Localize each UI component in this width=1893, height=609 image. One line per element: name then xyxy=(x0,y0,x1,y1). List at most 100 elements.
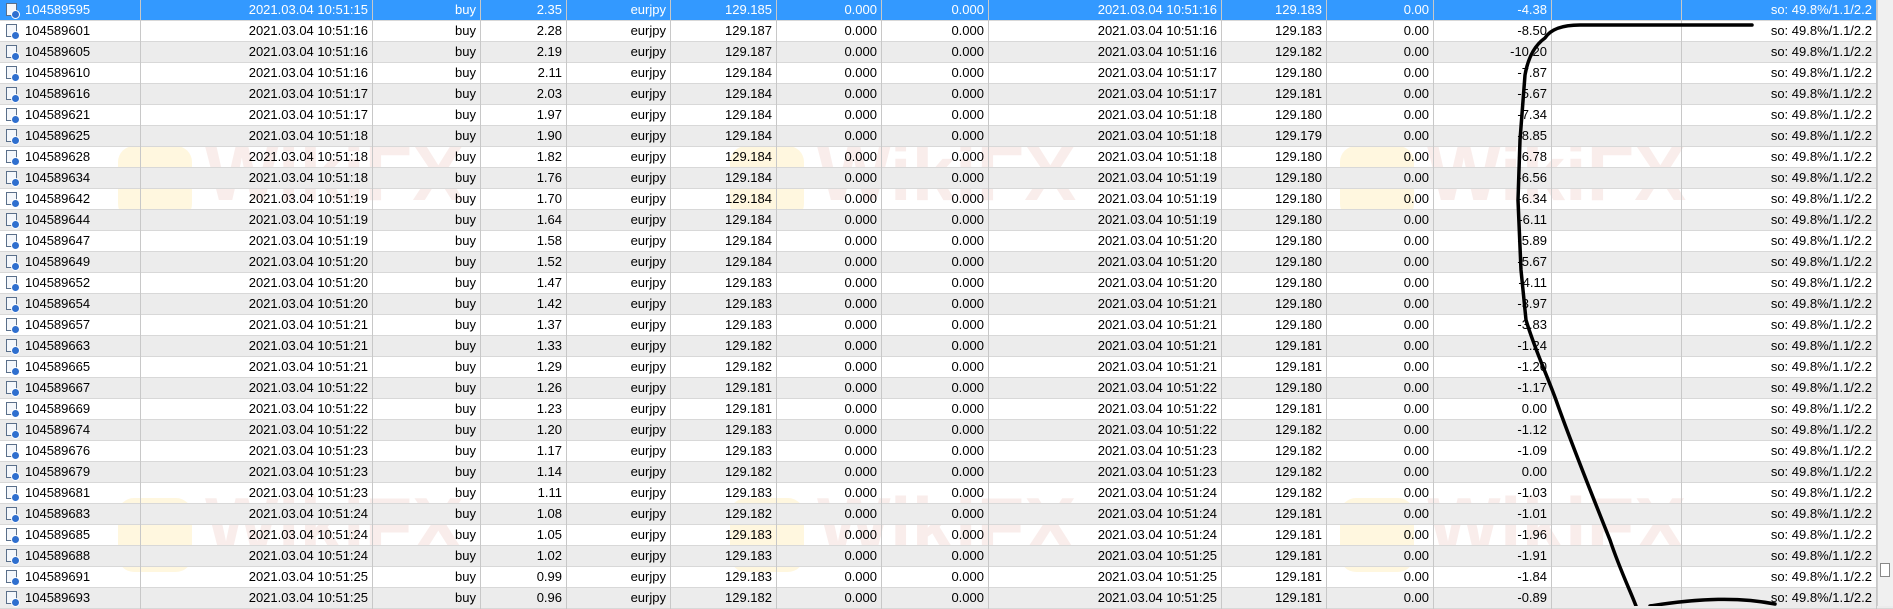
close-price-cell: 129.182 xyxy=(1222,462,1327,483)
empty-cell xyxy=(1552,273,1682,294)
open-time-cell: 2021.03.04 10:51:15 xyxy=(141,0,373,21)
open-price-cell: 129.182 xyxy=(671,504,777,525)
profit-cell: -1.84 xyxy=(1434,567,1552,588)
close-price-cell: 129.180 xyxy=(1222,147,1327,168)
open-time-cell: 2021.03.04 10:51:19 xyxy=(141,189,373,210)
open-time-cell: 2021.03.04 10:51:18 xyxy=(141,126,373,147)
take-profit-cell: 0.000 xyxy=(882,252,989,273)
take-profit-cell: 0.000 xyxy=(882,168,989,189)
profit-cell: -1.09 xyxy=(1434,441,1552,462)
size-cell: 1.82 xyxy=(481,147,567,168)
table-row[interactable]: 104589667 2021.03.04 10:51:22 buy 1.26 eurjp… xyxy=(0,378,1893,399)
empty-cell xyxy=(1552,483,1682,504)
table-row[interactable]: 104589679 2021.03.04 10:51:23 buy 1.14 eurjp… xyxy=(0,462,1893,483)
table-row[interactable]: 104589691 2021.03.04 10:51:25 buy 0.99 eurjp… xyxy=(0,567,1893,588)
take-profit-cell: 0.000 xyxy=(882,273,989,294)
swap-cell: 0.00 xyxy=(1327,189,1434,210)
order-document-icon xyxy=(6,381,20,397)
symbol-cell: eurjpy xyxy=(567,168,671,189)
close-price-cell: 129.180 xyxy=(1222,252,1327,273)
ticket-number: 104589601 xyxy=(25,23,91,38)
table-row[interactable]: 104589642 2021.03.04 10:51:19 buy 1.70 eurjp… xyxy=(0,189,1893,210)
table-row[interactable]: 104589601 2021.03.04 10:51:16 buy 2.28 eurjp… xyxy=(0,21,1893,42)
close-price-cell: 129.180 xyxy=(1222,378,1327,399)
comment-cell: so: 49.8%/1.1/2.2 xyxy=(1682,105,1877,126)
table-row[interactable]: 104589595 2021.03.04 10:51:15 buy 2.35 eurjp… xyxy=(0,0,1893,21)
take-profit-cell: 0.000 xyxy=(882,105,989,126)
profit-cell: -5.89 xyxy=(1434,231,1552,252)
ticket-cell: 104589647 xyxy=(0,231,141,252)
swap-cell: 0.00 xyxy=(1327,84,1434,105)
table-row[interactable]: 104589649 2021.03.04 10:51:20 buy 1.52 eurjp… xyxy=(0,252,1893,273)
ticket-cell: 104589642 xyxy=(0,189,141,210)
table-row[interactable]: 104589688 2021.03.04 10:51:24 buy 1.02 eurjp… xyxy=(0,546,1893,567)
table-row[interactable]: 104589669 2021.03.04 10:51:22 buy 1.23 eurjp… xyxy=(0,399,1893,420)
table-row[interactable]: 104589681 2021.03.04 10:51:23 buy 1.11 eurjp… xyxy=(0,483,1893,504)
table-row[interactable]: 104589652 2021.03.04 10:51:20 buy 1.47 eurjp… xyxy=(0,273,1893,294)
close-price-cell: 129.180 xyxy=(1222,294,1327,315)
table-row[interactable]: 104589676 2021.03.04 10:51:23 buy 1.17 eurjp… xyxy=(0,441,1893,462)
close-time-cell: 2021.03.04 10:51:24 xyxy=(989,483,1222,504)
table-row[interactable]: 104589665 2021.03.04 10:51:21 buy 1.29 eurjp… xyxy=(0,357,1893,378)
size-cell: 1.33 xyxy=(481,336,567,357)
table-row[interactable]: 104589610 2021.03.04 10:51:16 buy 2.11 eurjp… xyxy=(0,63,1893,84)
table-row[interactable]: 104589683 2021.03.04 10:51:24 buy 1.08 eurjp… xyxy=(0,504,1893,525)
order-document-icon xyxy=(6,549,20,565)
vertical-scrollbar[interactable] xyxy=(1877,0,1893,606)
take-profit-cell: 0.000 xyxy=(882,42,989,63)
take-profit-cell: 0.000 xyxy=(882,420,989,441)
table-row[interactable]: 104589647 2021.03.04 10:51:19 buy 1.58 eurjp… xyxy=(0,231,1893,252)
close-price-cell: 129.181 xyxy=(1222,525,1327,546)
table-row[interactable]: 104589616 2021.03.04 10:51:17 buy 2.03 eurjp… xyxy=(0,84,1893,105)
close-price-cell: 129.182 xyxy=(1222,483,1327,504)
swap-cell: 0.00 xyxy=(1327,0,1434,21)
empty-cell xyxy=(1552,399,1682,420)
swap-cell: 0.00 xyxy=(1327,42,1434,63)
table-row[interactable]: 104589663 2021.03.04 10:51:21 buy 1.33 eurjp… xyxy=(0,336,1893,357)
comment-cell: so: 49.8%/1.1/2.2 xyxy=(1682,273,1877,294)
table-row[interactable]: 104589634 2021.03.04 10:51:18 buy 1.76 eurjp… xyxy=(0,168,1893,189)
table-row[interactable]: 104589674 2021.03.04 10:51:22 buy 1.20 eurjp… xyxy=(0,420,1893,441)
empty-cell xyxy=(1552,462,1682,483)
take-profit-cell: 0.000 xyxy=(882,462,989,483)
comment-cell: so: 49.8%/1.1/2.2 xyxy=(1682,294,1877,315)
table-row[interactable]: 104589625 2021.03.04 10:51:18 buy 1.90 eurjp… xyxy=(0,126,1893,147)
table-row[interactable]: 104589628 2021.03.04 10:51:18 buy 1.82 eurjp… xyxy=(0,147,1893,168)
comment-cell: so: 49.8%/1.1/2.2 xyxy=(1682,21,1877,42)
symbol-cell: eurjpy xyxy=(567,273,671,294)
take-profit-cell: 0.000 xyxy=(882,546,989,567)
close-time-cell: 2021.03.04 10:51:25 xyxy=(989,567,1222,588)
stop-loss-cell: 0.000 xyxy=(777,378,882,399)
ticket-number: 104589676 xyxy=(25,443,91,458)
close-price-cell: 129.181 xyxy=(1222,357,1327,378)
table-row[interactable]: 104589605 2021.03.04 10:51:16 buy 2.19 eurjp… xyxy=(0,42,1893,63)
ticket-number: 104589681 xyxy=(25,485,91,500)
ticket-number: 104589688 xyxy=(25,548,91,563)
order-document-icon xyxy=(6,360,20,376)
table-row[interactable]: 104589657 2021.03.04 10:51:21 buy 1.37 eurjp… xyxy=(0,315,1893,336)
table-row[interactable]: 104589685 2021.03.04 10:51:24 buy 1.05 eurjp… xyxy=(0,525,1893,546)
take-profit-cell: 0.000 xyxy=(882,441,989,462)
table-row[interactable]: 104589644 2021.03.04 10:51:19 buy 1.64 eurjp… xyxy=(0,210,1893,231)
table-row[interactable]: 104589654 2021.03.04 10:51:20 buy 1.42 eurjp… xyxy=(0,294,1893,315)
swap-cell: 0.00 xyxy=(1327,336,1434,357)
empty-cell xyxy=(1552,336,1682,357)
empty-cell xyxy=(1552,420,1682,441)
stop-loss-cell: 0.000 xyxy=(777,462,882,483)
table-row[interactable]: 104589621 2021.03.04 10:51:17 buy 1.97 eurjp… xyxy=(0,105,1893,126)
symbol-cell: eurjpy xyxy=(567,189,671,210)
open-time-cell: 2021.03.04 10:51:21 xyxy=(141,315,373,336)
type-cell: buy xyxy=(373,210,481,231)
swap-cell: 0.00 xyxy=(1327,63,1434,84)
open-time-cell: 2021.03.04 10:51:22 xyxy=(141,378,373,399)
stop-loss-cell: 0.000 xyxy=(777,315,882,336)
ticket-cell: 104589657 xyxy=(0,315,141,336)
scrollbar-thumb[interactable] xyxy=(1880,563,1890,577)
take-profit-cell: 0.000 xyxy=(882,294,989,315)
profit-cell: -1.17 xyxy=(1434,378,1552,399)
empty-cell xyxy=(1552,126,1682,147)
comment-cell: so: 49.8%/1.1/2.2 xyxy=(1682,210,1877,231)
swap-cell: 0.00 xyxy=(1327,462,1434,483)
order-document-icon xyxy=(6,192,20,208)
size-cell: 1.90 xyxy=(481,126,567,147)
